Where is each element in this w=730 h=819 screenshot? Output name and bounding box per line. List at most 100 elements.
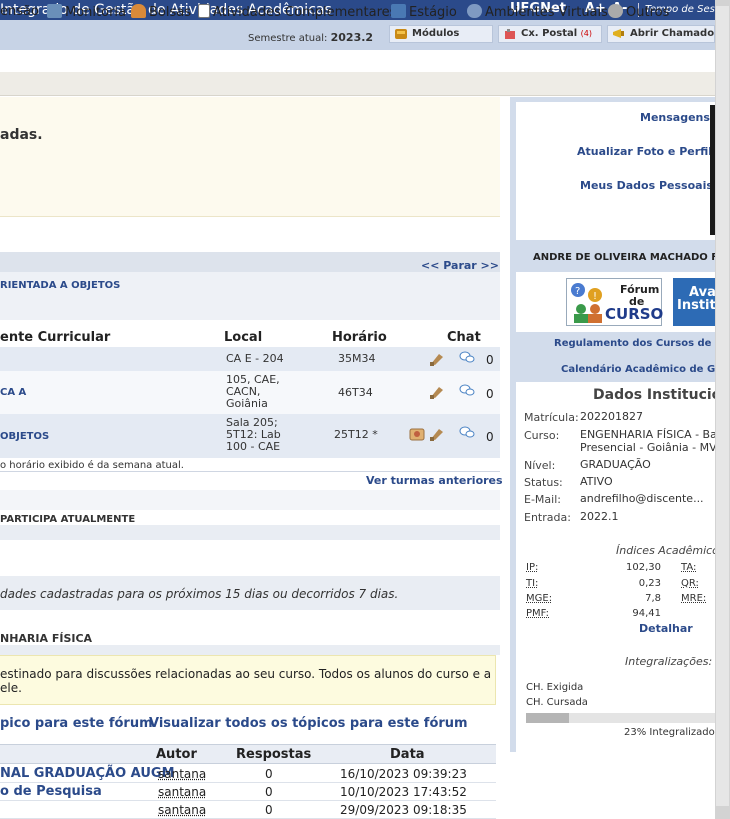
abrir-chamado-icon (613, 29, 624, 38)
table-row: OBJETOS Sala 205; 5T12: Lab 100 - CAE 25… (0, 414, 500, 458)
curso-value-line: ENGENHARIA FÍSICA - Ba (580, 428, 717, 441)
abrir-chamado-button[interactable]: Abrir Chamado (607, 25, 715, 43)
qr-label[interactable]: QR: (681, 578, 699, 589)
mre-label[interactable]: MRE: (681, 593, 706, 604)
menu-extensao[interactable]: ensão (0, 4, 39, 19)
detalhar-link[interactable]: Detalhar (639, 622, 693, 635)
modulos-cube-icon (395, 29, 407, 39)
row-horario: 35M34 (338, 352, 376, 365)
status-label: Status: (524, 476, 563, 489)
topic-date: 16/10/2023 09:39:23 (340, 767, 467, 781)
topic-date: 29/09/2023 09:18:35 (340, 803, 467, 817)
view-all-topics-link[interactable]: Visualizar todos os tópicos para este fó… (149, 716, 468, 731)
edit-icon[interactable] (429, 427, 445, 441)
modulos-button[interactable]: Módulos (389, 25, 493, 43)
mensagens-link[interactable]: Mensagens (640, 111, 710, 124)
menu-ambientes-virtuais[interactable]: Ambientes Virtuais (467, 4, 608, 20)
topic-author[interactable]: santana (158, 785, 206, 799)
table-row: NAL GRADUAÇÃO AUGM santana 0 16/10/2023 … (0, 765, 496, 783)
forum-band (0, 645, 500, 655)
forum-banner-line: CURSO (605, 305, 664, 323)
menu-bolsas[interactable]: Bolsas (131, 4, 191, 20)
meus-dados-link[interactable]: Meus Dados Pessoais (580, 179, 713, 192)
topic-title-link[interactable]: NAL GRADUAÇÃO AUGM (0, 766, 175, 781)
th-respostas: Respostas (236, 747, 312, 762)
avaliacao-institucional-banner[interactable]: Ava Instit (673, 278, 716, 326)
edit-icon[interactable] (429, 385, 445, 399)
vertical-scrollbar[interactable] (715, 0, 730, 819)
bolsas-icon (131, 4, 146, 18)
row-componente[interactable]: CA A (0, 387, 26, 399)
integralizado-label: 23% Integralizado (624, 727, 715, 738)
ti-label[interactable]: TI: (526, 578, 538, 589)
course-title-band: RIENTADA A OBJETOS (0, 272, 500, 320)
avai-banner-line: Instit (677, 298, 716, 313)
course-title[interactable]: RIENTADA A OBJETOS (0, 280, 120, 291)
forum-description-line: estinado para discussões relacionadas ao… (0, 667, 492, 681)
estagio-icon (391, 4, 406, 18)
table-row: santana 0 29/09/2023 09:18:35 (0, 801, 496, 819)
entrada-label: Entrada: (524, 511, 571, 524)
abrir-chamado-label: Abrir Chamado (630, 28, 715, 39)
ch-cursada-label: CH. Cursada (526, 697, 588, 708)
forum-icon[interactable] (409, 427, 425, 441)
parar-button[interactable]: << Parar >> (421, 259, 499, 272)
semestre-label: Semestre atual: (248, 33, 328, 44)
th-data: Data (390, 747, 425, 762)
svg-text:!: ! (593, 291, 597, 302)
horario-footnote: o horário exibido é da semana atual. (0, 460, 184, 471)
forum-curso-banner[interactable]: ? ! Fórum de CURSO (566, 278, 664, 326)
menu-monitoria[interactable]: Monitoria (47, 4, 126, 20)
topic-author[interactable]: santana (158, 767, 206, 781)
topic-date: 10/10/2023 17:43:52 (340, 785, 467, 799)
atividades-message: dades cadastradas para os próximos 15 di… (0, 587, 399, 601)
chat-count: 0 (486, 353, 494, 367)
ambientes-icon (467, 4, 482, 18)
semestre-indicator: Semestre atual: 2023.2 (248, 31, 373, 44)
menu-atividades-complementares[interactable]: Atividades Complementares (198, 4, 396, 20)
cx-postal-label: Cx. Postal (521, 28, 578, 39)
matricula-value: 202201827 (580, 410, 643, 423)
menu-estagio[interactable]: Estágio (391, 4, 457, 20)
forum-description-box: estinado para discussões relacionadas ao… (0, 655, 496, 705)
topic-title-link[interactable]: o de Pesquisa (0, 784, 102, 799)
ver-turmas-anteriores-link[interactable]: Ver turmas anteriores (366, 474, 503, 487)
topic-replies: 0 (265, 785, 273, 799)
entrada-value: 2022.1 (580, 510, 619, 523)
menu-outros[interactable]: Outros (608, 4, 669, 20)
forum-people-icon: ? ! (571, 283, 602, 323)
mge-label[interactable]: MGE: (526, 593, 552, 604)
ip-label[interactable]: IP: (526, 562, 538, 573)
chat-icon[interactable] (459, 384, 475, 398)
table-row: o de Pesquisa santana 0 10/10/2023 17:43… (0, 783, 496, 801)
menu-extensao-label: ensão (0, 4, 39, 19)
monitoria-icon (47, 4, 62, 18)
row-componente[interactable]: OBJETOS (0, 431, 49, 443)
new-topic-link[interactable]: pico para este fórum (0, 716, 153, 731)
cx-postal-button[interactable]: Cx. Postal (4) (498, 25, 602, 43)
regulamento-link[interactable]: Regulamento dos Cursos de (554, 338, 711, 349)
calendario-link[interactable]: Calendário Acadêmico de G (561, 364, 715, 375)
mge-value: 7,8 (645, 593, 661, 604)
ta-label[interactable]: TA: (681, 562, 696, 573)
table-row: CA A 105, CAE, CACN, Goiânia 46T34 0 (0, 371, 500, 414)
chat-icon[interactable] (459, 351, 475, 365)
atualizar-foto-link[interactable]: Atualizar Foto e Perfil (577, 145, 712, 158)
edit-icon[interactable] (429, 352, 445, 366)
nivel-label: Nível: (524, 459, 556, 472)
scrollbar-thumb[interactable] (716, 6, 729, 806)
matricula-label: Matrícula: (524, 411, 579, 424)
chat-icon[interactable] (459, 426, 475, 440)
th-componente: ente Curricular (0, 330, 111, 345)
curso-value-line: Presencial - Goiânia - MV (580, 441, 717, 454)
integralizacoes-title: Integralizações: (625, 655, 713, 668)
menu-ambientes-label: Ambientes Virtuais (485, 5, 608, 20)
divider (0, 471, 500, 472)
svg-text:?: ? (575, 286, 580, 297)
pmf-label[interactable]: PMF: (526, 608, 549, 619)
participa-band (0, 490, 500, 510)
indices-title: Índices Acadêmico (616, 544, 719, 557)
topic-author[interactable]: santana (158, 803, 206, 817)
row-horario: 25T12 * (334, 428, 378, 441)
menu-atividades-label: Atividades Complementares (213, 5, 397, 20)
